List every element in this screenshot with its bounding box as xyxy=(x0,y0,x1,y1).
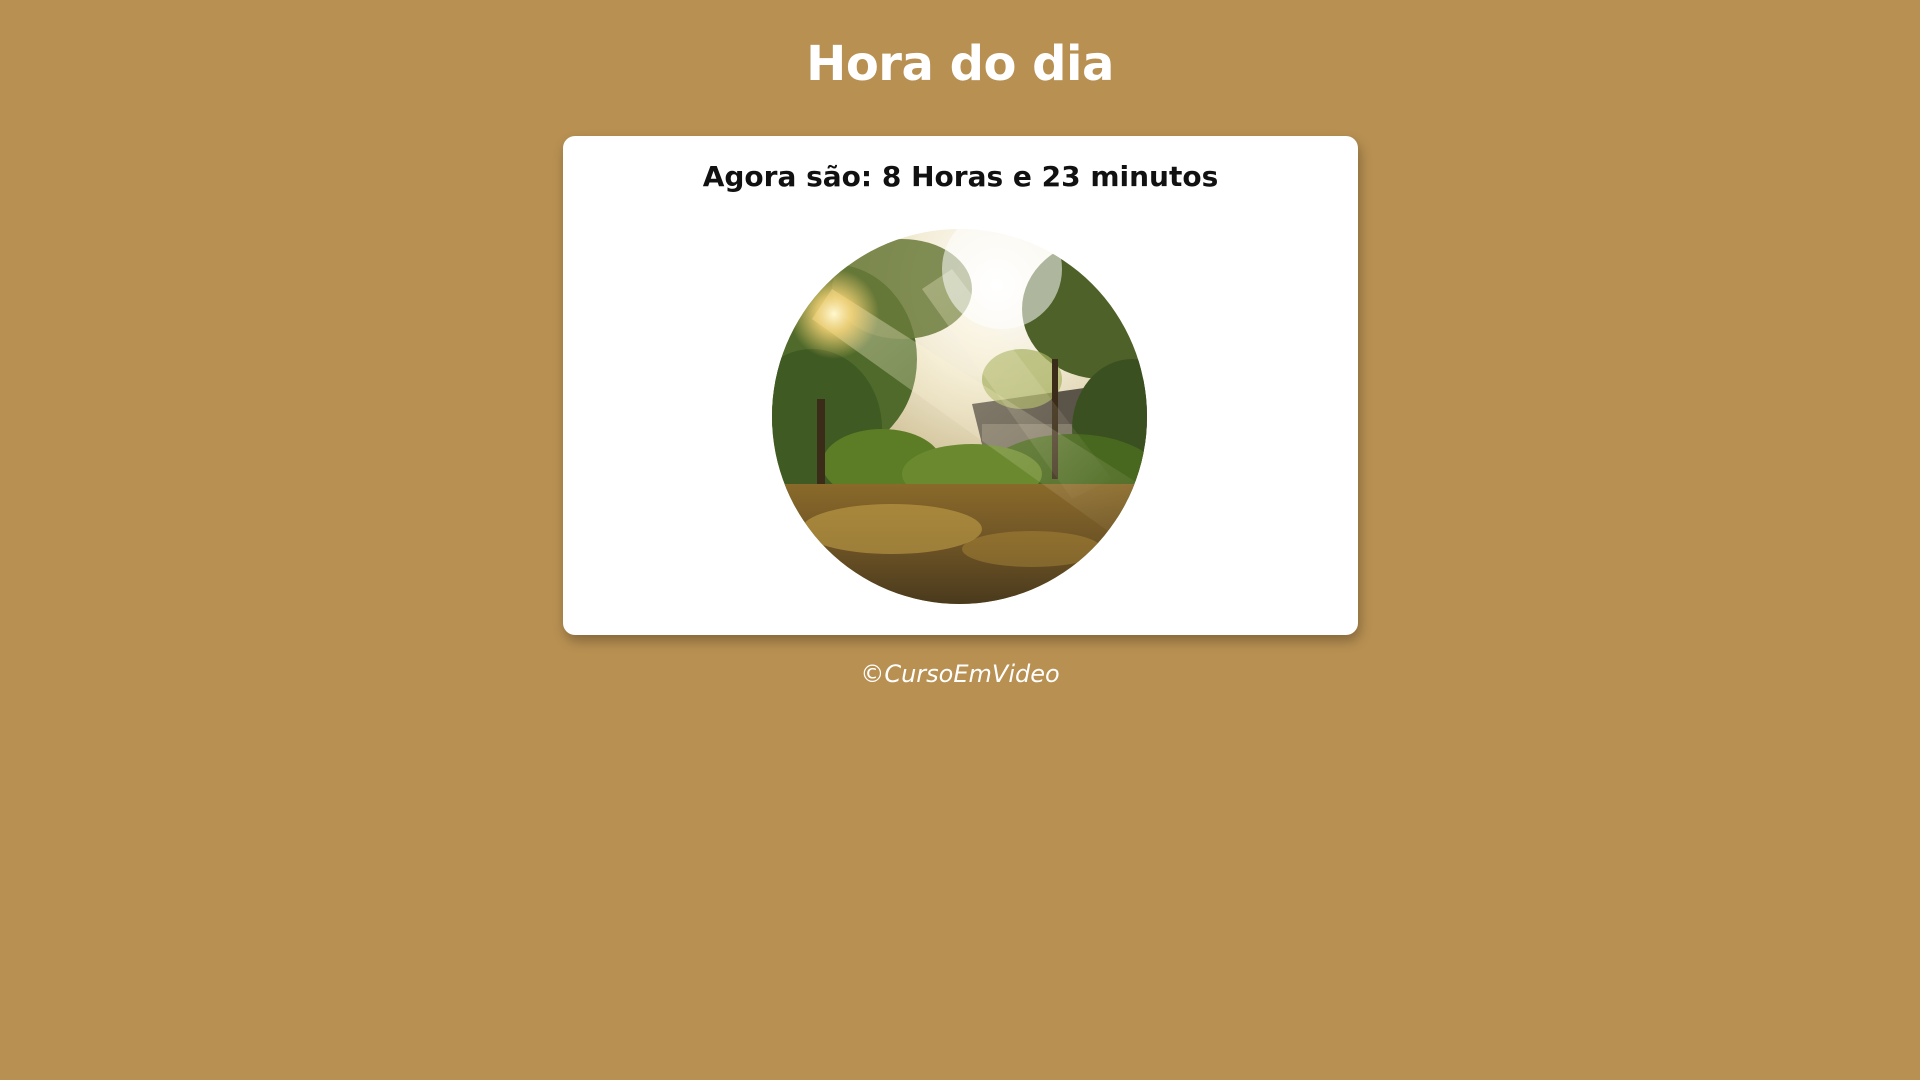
morning-garden-photo xyxy=(772,229,1147,604)
page-title: Hora do dia xyxy=(806,36,1114,92)
footer-credit: ©CursoEmVideo xyxy=(860,660,1060,688)
clock-card: Agora são: 8 Horas e 23 minutos xyxy=(563,136,1358,635)
time-message: Agora são: 8 Horas e 23 minutos xyxy=(702,160,1219,193)
